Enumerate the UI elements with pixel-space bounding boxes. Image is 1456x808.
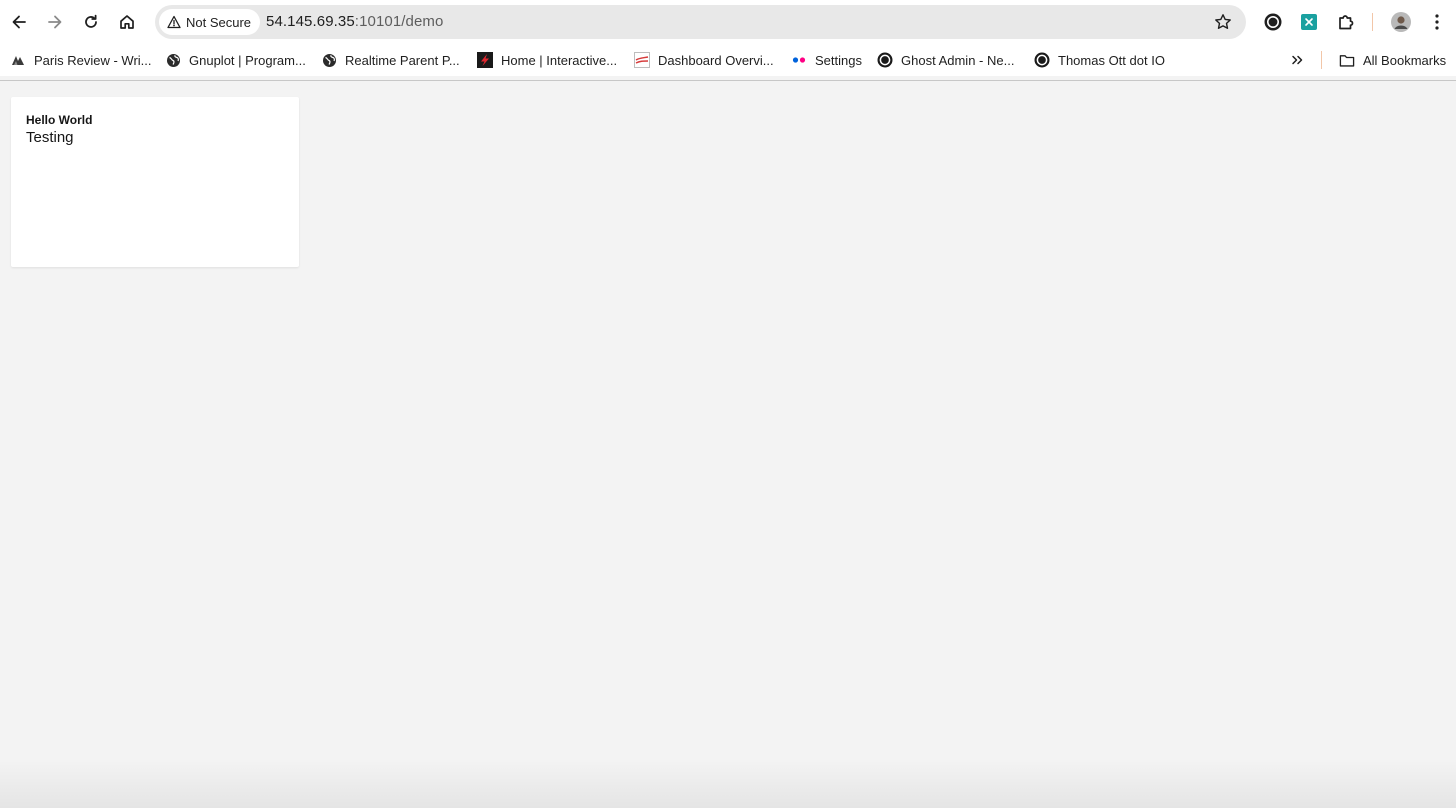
bookmark-gnuplot[interactable]: Gnuplot | Program... <box>165 51 306 69</box>
teal-extension-icon <box>1301 14 1317 30</box>
bookmarks-bar: Paris Review - Wri... Gnuplot | Program.… <box>0 44 1456 76</box>
url-path: :10101/demo <box>354 13 444 30</box>
bookmark-paris-review[interactable]: Paris Review - Wri... <box>10 51 152 69</box>
window-bottom-shadow <box>0 760 1456 808</box>
bookmark-realtime-parent[interactable]: Realtime Parent P... <box>321 51 460 69</box>
bookmark-label: Dashboard Overvi... <box>658 52 774 68</box>
browser-toolbar: Not Secure 54.145.69.35:10101/demo <box>0 0 1456 44</box>
ghost-icon <box>877 52 893 68</box>
card-title: Hello World <box>26 113 93 127</box>
back-button[interactable] <box>3 6 35 38</box>
bookmark-label: Ghost Admin - Ne... <box>901 52 1015 68</box>
avatar-icon <box>1391 12 1411 32</box>
browser-menu-button[interactable] <box>1426 11 1448 33</box>
star-icon <box>1215 14 1231 29</box>
extension-teal-button[interactable] <box>1298 11 1320 33</box>
double-chevron-right-icon <box>1292 55 1303 65</box>
hello-world-card: Hello World Testing <box>11 97 299 267</box>
bookmark-thomas-ott[interactable]: Thomas Ott dot IO <box>1034 51 1165 69</box>
bookmark-star-button[interactable] <box>1214 13 1232 36</box>
bookmarks-separator <box>1321 51 1322 69</box>
forward-arrow-icon <box>48 15 62 29</box>
kebab-menu-icon <box>1435 14 1439 30</box>
card-subtitle: Testing <box>26 129 74 146</box>
bookmark-home-interactive[interactable]: Home | Interactive... <box>477 51 617 69</box>
bookmark-label: Home | Interactive... <box>501 52 618 68</box>
toolbar-divider <box>0 80 1456 81</box>
folder-icon <box>1339 52 1355 68</box>
not-secure-label: Not Secure <box>186 14 252 30</box>
bookmark-label: Paris Review - Wri... <box>34 52 152 68</box>
dashboard-icon <box>634 52 650 68</box>
toolbar-separator <box>1372 13 1373 31</box>
ghost-icon <box>1034 52 1050 68</box>
globe-icon <box>165 52 181 68</box>
bookmark-ghost-admin[interactable]: Ghost Admin - Ne... <box>877 51 1014 69</box>
paris-review-icon <box>10 52 26 68</box>
home-icon <box>120 15 134 29</box>
puzzle-piece-icon <box>1339 15 1354 30</box>
forward-button[interactable] <box>39 6 71 38</box>
reload-button[interactable] <box>75 6 107 38</box>
url-text[interactable]: 54.145.69.35:10101/demo <box>266 13 443 30</box>
all-bookmarks-label: All Bookmarks <box>1363 52 1447 68</box>
address-bar[interactable]: Not Secure 54.145.69.35:10101/demo <box>155 5 1246 39</box>
red-brand-icon <box>477 52 493 68</box>
bookmark-label: Settings <box>815 52 862 68</box>
flickr-dots-icon <box>791 52 807 68</box>
bookmark-dashboard[interactable]: Dashboard Overvi... <box>634 51 774 69</box>
more-bookmarks-button[interactable] <box>1290 51 1304 69</box>
circle-extension-icon <box>1264 13 1282 31</box>
bookmark-label: Gnuplot | Program... <box>189 52 306 68</box>
reload-icon <box>85 14 97 28</box>
home-button[interactable] <box>111 6 143 38</box>
url-host: 54.145.69.35 <box>266 13 355 30</box>
back-arrow-icon <box>12 15 26 29</box>
extension-circle-button[interactable] <box>1262 11 1284 33</box>
globe-icon <box>321 52 337 68</box>
bookmark-label: Thomas Ott dot IO <box>1058 52 1165 68</box>
warning-triangle-icon <box>167 15 181 29</box>
extensions-menu-button[interactable] <box>1335 11 1357 33</box>
all-bookmarks-button[interactable]: All Bookmarks <box>1339 51 1446 69</box>
bookmark-settings[interactable]: Settings <box>791 51 862 69</box>
bookmark-label: Realtime Parent P... <box>345 52 460 68</box>
profile-avatar-button[interactable] <box>1390 11 1412 33</box>
